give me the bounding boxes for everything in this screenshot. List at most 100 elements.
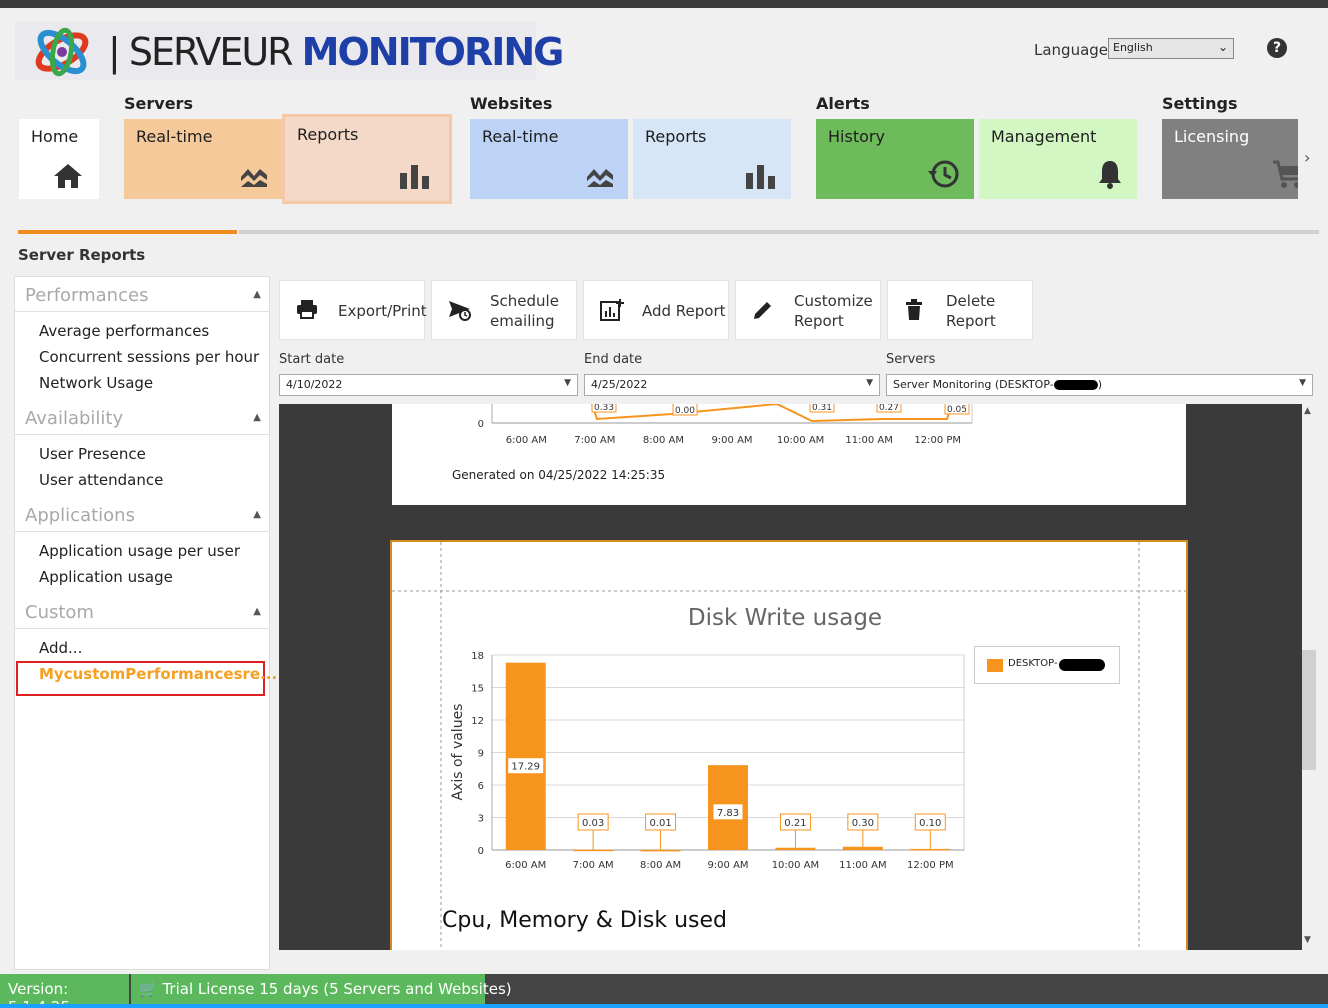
tile-settings-licensing[interactable]: Licensing <box>1162 119 1298 199</box>
group-settings: Settings <box>1162 94 1238 113</box>
section-applications[interactable]: Applications <box>25 505 135 526</box>
data-label: 0.27 <box>879 404 899 413</box>
export-print-label: Export/Print <box>338 302 427 320</box>
chart-legend: DESKTOP- <box>974 646 1120 684</box>
data-label: 0.31 <box>812 404 832 413</box>
y-axis-label: Axis of values <box>450 704 466 801</box>
language-value: English <box>1113 41 1153 54</box>
collapse-caret-icon[interactable]: ▲ <box>253 509 261 520</box>
delete-label-line2: Report <box>946 312 996 330</box>
sidebar-item-average-performances[interactable]: Average performances <box>39 322 209 340</box>
customize-label: Customize Report <box>794 291 873 331</box>
schedule-label-line1: Schedule <box>490 292 559 310</box>
tile-alerts-history-label: History <box>828 127 885 146</box>
customize-report-button[interactable]: Customize Report <box>735 280 881 340</box>
language-select[interactable]: English ⌄ <box>1108 38 1234 59</box>
tile-servers-realtime[interactable]: Real-time <box>124 119 282 199</box>
collapse-caret-icon[interactable]: ▲ <box>253 412 261 423</box>
delete-report-button[interactable]: Delete Report <box>887 280 1033 340</box>
bar <box>842 846 883 850</box>
add-report-button[interactable]: Add Report <box>583 280 729 340</box>
end-date-label: End date <box>584 352 643 367</box>
sidebar-item-add-custom[interactable]: Add... <box>39 639 82 657</box>
home-icon <box>54 164 82 188</box>
x-tick-label: 6:00 AM <box>505 860 546 871</box>
disk-write-bar-chart: Disk Write usage 0 3 6 9 12 15 18 Axis of values… <box>392 542 1186 960</box>
chart-title: Disk Write usage <box>688 605 882 631</box>
data-label: 0.00 <box>675 406 695 416</box>
sidebar-item-concurrent-sessions[interactable]: Concurrent sessions per hour <box>39 348 259 366</box>
page-title: Server Reports <box>18 246 146 264</box>
x-tick-label: 8:00 AM <box>643 435 684 446</box>
servers-select[interactable]: Server Monitoring (DESKTOP-) ▼ <box>886 374 1313 396</box>
tile-alerts-management[interactable]: Management <box>979 119 1137 199</box>
sidebar-item-application-usage-per-user[interactable]: Application usage per user <box>39 542 240 560</box>
trash-icon <box>906 299 922 320</box>
y-tick-label: 15 <box>471 684 484 695</box>
tile-servers-reports[interactable]: Reports <box>282 114 452 204</box>
tile-alerts-management-label: Management <box>991 127 1097 146</box>
scroll-up-icon[interactable]: ▲ <box>1304 406 1311 416</box>
version-badge: Version: 5.1.4.25 <box>0 974 129 1008</box>
collapse-caret-icon[interactable]: ▲ <box>253 606 261 617</box>
x-tick-label: 12:00 PM <box>907 860 954 871</box>
data-label: 17.29 <box>511 762 540 773</box>
bar-chart-icon <box>400 165 429 189</box>
x-tick-label: 9:00 AM <box>711 435 752 446</box>
sidebar-item-user-attendance[interactable]: User attendance <box>39 471 163 489</box>
data-label: 0.01 <box>649 818 671 829</box>
viewer-horizontal-scrollbar[interactable] <box>279 950 1316 970</box>
x-tick-label: 9:00 AM <box>707 860 748 871</box>
section-availability[interactable]: Availability <box>25 408 123 429</box>
logo-word-2: MONITORING <box>301 30 565 74</box>
section-performances[interactable]: Performances <box>25 285 148 306</box>
export-print-button[interactable]: Export/Print <box>279 280 427 340</box>
y-tick-label: 0 <box>478 846 484 857</box>
customize-label-line2: Report <box>794 312 844 330</box>
redacted-block <box>1053 380 1098 390</box>
y-tick-label: 0 <box>478 419 484 430</box>
logo-swirl-icon <box>35 27 89 77</box>
x-tick-label: 11:00 AM <box>845 435 892 446</box>
help-icon[interactable]: ? <box>1267 38 1287 58</box>
tile-websites-reports[interactable]: Reports <box>633 119 791 199</box>
sidebar-item-user-presence[interactable]: User Presence <box>39 445 146 463</box>
bar <box>505 662 546 850</box>
end-date-picker[interactable]: 4/25/2022 ▼ <box>584 374 880 396</box>
tile-alerts-history[interactable]: History <box>816 119 974 199</box>
sidebar-item-custom-report[interactable]: MycustomPerformancesre... <box>39 665 277 683</box>
window-top-bar <box>0 0 1328 8</box>
y-tick-label: 3 <box>478 814 484 825</box>
bar <box>573 849 614 852</box>
tile-websites-realtime[interactable]: Real-time <box>470 119 628 199</box>
tile-settings-licensing-label: Licensing <box>1174 127 1250 146</box>
tile-home-label: Home <box>31 127 79 146</box>
report-sidebar: Performances ▲ Average performances Conc… <box>14 276 270 970</box>
sidebar-item-network-usage[interactable]: Network Usage <box>39 374 153 392</box>
sidebar-item-application-usage[interactable]: Application usage <box>39 568 173 586</box>
send-clock-icon <box>449 301 471 321</box>
printer-icon <box>297 300 317 319</box>
data-label: 0.10 <box>919 818 941 829</box>
license-badge[interactable]: 🛒 Trial License 15 days (5 Servers and W… <box>131 974 512 1004</box>
section-divider <box>15 531 269 532</box>
collapse-caret-icon[interactable]: ▲ <box>253 289 261 300</box>
viewer-scroll-thumb[interactable] <box>1302 650 1316 770</box>
ribbon-scroll-right-icon[interactable]: › <box>1304 148 1310 167</box>
generated-on-text: Generated on 04/25/2022 14:25:35 <box>452 468 666 482</box>
scroll-down-icon[interactable]: ▼ <box>1304 935 1311 945</box>
group-alerts: Alerts <box>816 94 870 113</box>
section-custom[interactable]: Custom <box>25 602 94 623</box>
logo-word-1: | SERVEUR <box>108 30 294 74</box>
add-report-label: Add Report <box>642 302 726 320</box>
schedule-emailing-button[interactable]: Schedule emailing <box>431 280 577 340</box>
schedule-label-line2: emailing <box>490 312 555 330</box>
data-label: 0.05 <box>947 405 967 415</box>
y-tick-label: 6 <box>478 781 484 792</box>
report-page-1: 0 6:00 AM 7:00 AM 8:00 AM 9:00 AM 10:00 AM 11:… <box>392 404 1186 505</box>
legend-swatch <box>987 659 1003 672</box>
tile-home[interactable]: Home <box>19 119 99 199</box>
servers-value: Server Monitoring (DESKTOP- <box>893 378 1054 391</box>
tile-websites-realtime-label: Real-time <box>482 127 559 146</box>
start-date-picker[interactable]: 4/10/2022 ▼ <box>279 374 578 396</box>
